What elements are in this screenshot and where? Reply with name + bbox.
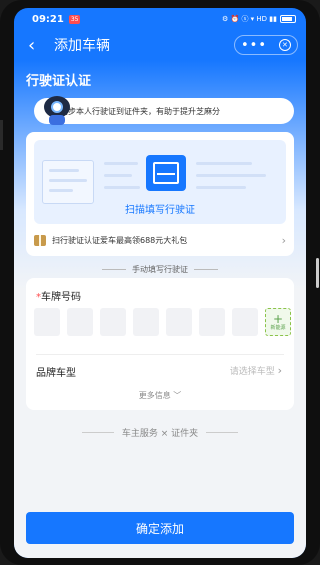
decor-line (196, 162, 252, 165)
brand-model-label: 品牌车型 (36, 368, 76, 379)
plate-char-input[interactable] (232, 308, 258, 336)
decor-line (196, 174, 266, 177)
tip-banner: 同步本人行驶证到证件夹，有助于提升芝麻分 (34, 96, 294, 125)
page-title: 行驶证认证 (26, 74, 92, 89)
plate-char-input[interactable] (133, 308, 159, 336)
screen: 09:21 35 ⚙ ⏰ ⓢ ▾ HD ▮▮ ‹ 添加车辆 ••• ✕ 行驶证认… (14, 8, 306, 558)
footer-brand: 车主服务 × 证件夹 (14, 426, 306, 439)
plate-char-input[interactable] (67, 308, 93, 336)
scan-card: 扫描填写行驶证 扫行驶证认证爱车最高领688元大礼包 › (26, 132, 294, 256)
divider (36, 354, 284, 355)
plate-char-input[interactable] (166, 308, 192, 336)
close-icon[interactable]: ✕ (278, 39, 291, 51)
more-icon[interactable]: ••• (241, 39, 267, 52)
battery-icon (280, 15, 296, 23)
gift-icon (34, 234, 46, 246)
promo-row[interactable]: 扫行驶证认证爱车最高领688元大礼包 › (34, 232, 286, 248)
plate-char-input[interactable] (100, 308, 126, 336)
volume-button (0, 120, 3, 150)
notification-badge: 35 (68, 14, 81, 24)
manual-section-header: 手动填写行驶证 (14, 264, 306, 275)
chevron-right-icon: › (281, 233, 286, 247)
decor-line (196, 186, 246, 189)
tip-text: 同步本人行驶证到证件夹，有助于提升芝麻分 (60, 106, 220, 116)
plate-input-group: + 新能源 (34, 308, 291, 336)
footer-text: 车主服务 × 证件夹 (121, 429, 199, 439)
license-illustration-icon (42, 160, 94, 204)
decor-line (104, 174, 132, 177)
decor-line (104, 186, 140, 189)
scan-label: 扫描填写行驶证 (125, 205, 195, 216)
scan-icon (146, 155, 186, 191)
miniapp-capsule: ••• ✕ (234, 35, 298, 55)
decor-line (104, 162, 138, 165)
promo-text: 扫行驶证认证爱车最高领688元大礼包 (52, 235, 188, 245)
navigation-bar: ‹ 添加车辆 ••• ✕ (14, 30, 306, 60)
page-nav-title: 添加车辆 (54, 38, 110, 54)
plate-char-input[interactable] (199, 308, 225, 336)
more-info-toggle[interactable]: 更多信息 ﹀ (26, 390, 294, 401)
manual-section-title: 手动填写行驶证 (132, 265, 188, 274)
mascot-icon (44, 92, 72, 125)
new-energy-label: 新能源 (270, 324, 286, 331)
chevron-right-icon: › (277, 364, 282, 377)
status-bar: 09:21 35 ⚙ ⏰ ⓢ ▾ HD ▮▮ (14, 8, 306, 30)
back-arrow-icon[interactable]: ‹ (28, 35, 46, 56)
plate-char-input[interactable] (34, 308, 60, 336)
phone-frame: 09:21 35 ⚙ ⏰ ⓢ ▾ HD ▮▮ ‹ 添加车辆 ••• ✕ 行驶证认… (0, 0, 320, 565)
manual-form-card: *车牌号码 + 新能源 品牌车型 请选择车型 › 更多信息 ﹀ (26, 278, 294, 410)
confirm-add-button[interactable]: 确定添加 (26, 512, 294, 544)
scan-license-area[interactable]: 扫描填写行驶证 (34, 140, 286, 224)
scrollbar[interactable] (316, 258, 319, 288)
new-energy-plate-button[interactable]: + 新能源 (265, 308, 291, 336)
status-indicators: ⚙ ⏰ ⓢ ▾ HD ▮▮ (222, 15, 277, 23)
brand-model-select[interactable]: 请选择车型 › (230, 364, 282, 377)
status-time: 09:21 (32, 13, 64, 25)
plate-label: *车牌号码 (36, 292, 81, 303)
plus-icon: + (272, 311, 284, 326)
